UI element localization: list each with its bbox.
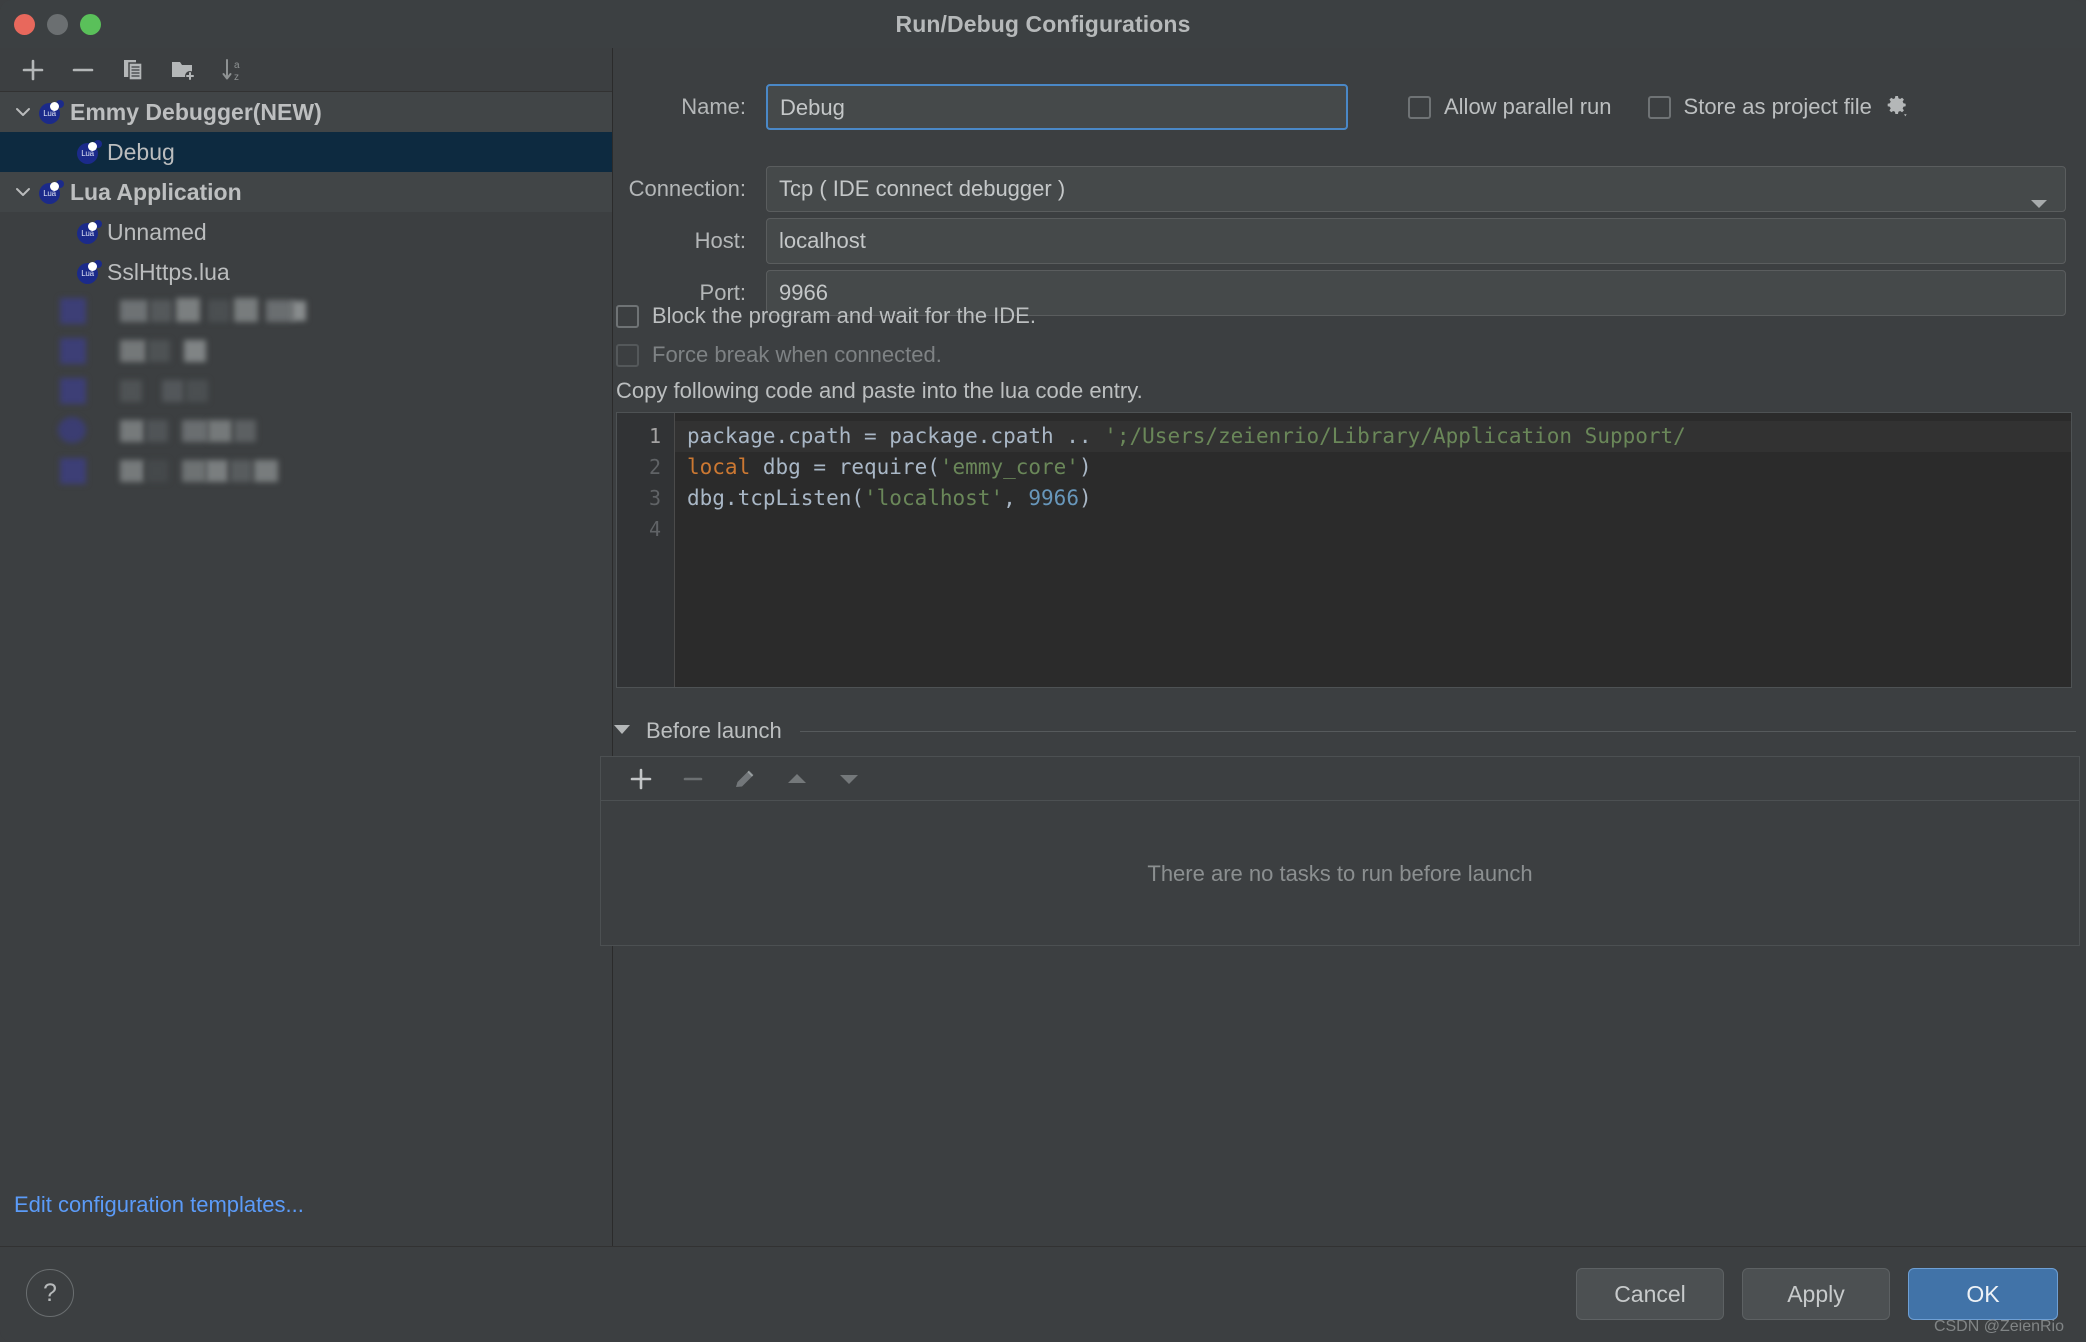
allow-parallel-run-checkbox[interactable]: [1408, 95, 1431, 119]
store-as-project-file-row[interactable]: Store as project file: [1647, 92, 1910, 123]
maximize-window-icon[interactable]: [80, 14, 101, 35]
add-task-button[interactable]: [615, 759, 667, 799]
section-divider: [799, 730, 2076, 732]
code-line: local dbg = require('emmy_core'): [687, 455, 1092, 479]
code-snippet-editor[interactable]: 1 2 3 4 package.cpath = package.cpath ..…: [616, 412, 2072, 688]
code-text-area[interactable]: package.cpath = package.cpath .. ';/User…: [675, 413, 2071, 687]
lua-icon: Lua: [76, 259, 102, 285]
lua-icon: Lua: [38, 99, 64, 125]
svg-text:a: a: [234, 60, 240, 71]
help-button[interactable]: ?: [26, 1269, 74, 1317]
tree-item-censored[interactable]: [0, 372, 612, 412]
before-launch-empty-message: There are no tasks to run before launch: [1147, 860, 1533, 886]
allow-parallel-run-row[interactable]: Allow parallel run: [1408, 94, 1612, 120]
chevron-down-icon[interactable]: [8, 182, 38, 202]
force-break-checkbox: [616, 343, 639, 367]
store-as-project-file-checkbox[interactable]: [1647, 95, 1671, 119]
line-number-gutter: 1 2 3 4: [617, 413, 675, 687]
host-input[interactable]: localhost: [766, 218, 2066, 264]
tree-group-lua-application[interactable]: Lua Lua Application: [0, 172, 612, 212]
before-launch-header[interactable]: Before launch: [612, 718, 2076, 744]
remove-task-button: [667, 759, 719, 799]
name-label: Name:: [681, 94, 746, 119]
window-title: Run/Debug Configurations: [895, 10, 1191, 37]
configurations-sidebar: a z Lua Emmy Debugger(NEW) Lua Debug Lua…: [0, 48, 613, 1246]
connection-label: Connection:: [628, 176, 746, 201]
before-launch-panel: There are no tasks to run before launch: [600, 756, 2080, 946]
tree-item-label: Debug: [107, 138, 175, 165]
before-launch-title: Before launch: [646, 718, 782, 743]
host-row: Host: localhost: [614, 218, 2074, 264]
force-break-label: Force break when connected.: [652, 342, 942, 367]
gear-icon[interactable]: [1884, 92, 1910, 123]
lua-icon: Lua: [38, 179, 64, 205]
code-line: package.cpath = package.cpath .. ';/User…: [675, 421, 2071, 452]
dialog-footer: ? Cancel Apply OK CSDN @ZeienRio: [0, 1246, 2086, 1342]
ok-button[interactable]: OK: [1908, 1268, 2058, 1320]
host-label: Host:: [694, 228, 746, 253]
line-number: 2: [648, 455, 661, 479]
block-program-row[interactable]: Block the program and wait for the IDE.: [616, 303, 1036, 329]
copy-configuration-button[interactable]: [108, 50, 158, 90]
configurations-tree: Lua Emmy Debugger(NEW) Lua Debug Lua Lua…: [0, 92, 612, 492]
line-number: 1: [648, 424, 661, 448]
edit-configuration-templates-link[interactable]: Edit configuration templates...: [14, 1192, 304, 1218]
cancel-button[interactable]: Cancel: [1576, 1268, 1724, 1320]
remove-configuration-button[interactable]: [58, 50, 108, 90]
configuration-editor-panel: Name: Debug Allow parallel run Store as …: [600, 48, 2086, 1246]
tree-item-debug[interactable]: Lua Debug: [0, 132, 612, 172]
code-line: dbg.tcpListen('localhost', 9966): [687, 486, 1092, 510]
line-number: 3: [648, 486, 661, 510]
minimize-window-icon[interactable]: [47, 14, 68, 35]
allow-parallel-run-label: Allow parallel run: [1444, 94, 1612, 119]
tree-item-sslhttps-lua[interactable]: Lua SslHttps.lua: [0, 252, 612, 292]
add-configuration-button[interactable]: [8, 50, 58, 90]
block-program-label: Block the program and wait for the IDE.: [652, 303, 1036, 328]
before-launch-toolbar: [601, 757, 2079, 801]
tree-group-label: Emmy Debugger(NEW): [70, 98, 322, 125]
apply-button[interactable]: Apply: [1742, 1268, 1890, 1320]
footer-buttons: Cancel Apply OK: [1576, 1268, 2058, 1320]
store-as-project-file-label: Store as project file: [1683, 94, 1872, 119]
tree-item-censored[interactable]: [0, 452, 612, 492]
tree-group-label: Lua Application: [70, 178, 242, 205]
force-break-row: Force break when connected.: [616, 342, 942, 368]
move-up-button: [771, 759, 823, 799]
svg-text:z: z: [234, 72, 239, 83]
name-row: Name: Debug Allow parallel run Store as …: [614, 84, 2074, 130]
move-down-button: [823, 759, 875, 799]
tree-item-censored[interactable]: [0, 292, 612, 332]
sidebar-toolbar: a z: [0, 48, 612, 92]
block-program-checkbox[interactable]: [616, 304, 639, 328]
tree-item-censored[interactable]: [0, 332, 612, 372]
sort-az-button[interactable]: a z: [208, 50, 258, 90]
tree-item-label: Unnamed: [107, 218, 207, 245]
name-input[interactable]: Debug: [766, 84, 1348, 130]
copy-code-hint: Copy following code and paste into the l…: [616, 378, 1143, 403]
save-configuration-folder-button[interactable]: [158, 50, 208, 90]
edit-task-button: [719, 759, 771, 799]
tree-item-censored[interactable]: [0, 412, 612, 452]
connection-select[interactable]: Tcp ( IDE connect debugger ): [766, 166, 2066, 212]
tree-item-label: SslHttps.lua: [107, 258, 230, 285]
title-bar: Run/Debug Configurations: [0, 0, 2086, 48]
line-number: 4: [648, 517, 661, 541]
connection-select-value: Tcp ( IDE connect debugger ): [779, 176, 1066, 201]
tree-item-unnamed[interactable]: Lua Unnamed: [0, 212, 612, 252]
connection-row: Connection: Tcp ( IDE connect debugger ): [614, 166, 2074, 212]
traffic-light-buttons: [14, 14, 101, 35]
run-debug-configurations-dialog: Run/Debug Configurations a z Lua Emmy De…: [0, 0, 2086, 1342]
triangle-down-icon[interactable]: [612, 722, 632, 741]
close-window-icon[interactable]: [14, 14, 35, 35]
lua-icon: Lua: [76, 139, 102, 165]
chevron-down-icon[interactable]: [8, 102, 38, 122]
tree-group-emmy-debugger[interactable]: Lua Emmy Debugger(NEW): [0, 92, 612, 132]
watermark: CSDN @ZeienRio: [1933, 1318, 2064, 1335]
lua-icon: Lua: [76, 219, 102, 245]
